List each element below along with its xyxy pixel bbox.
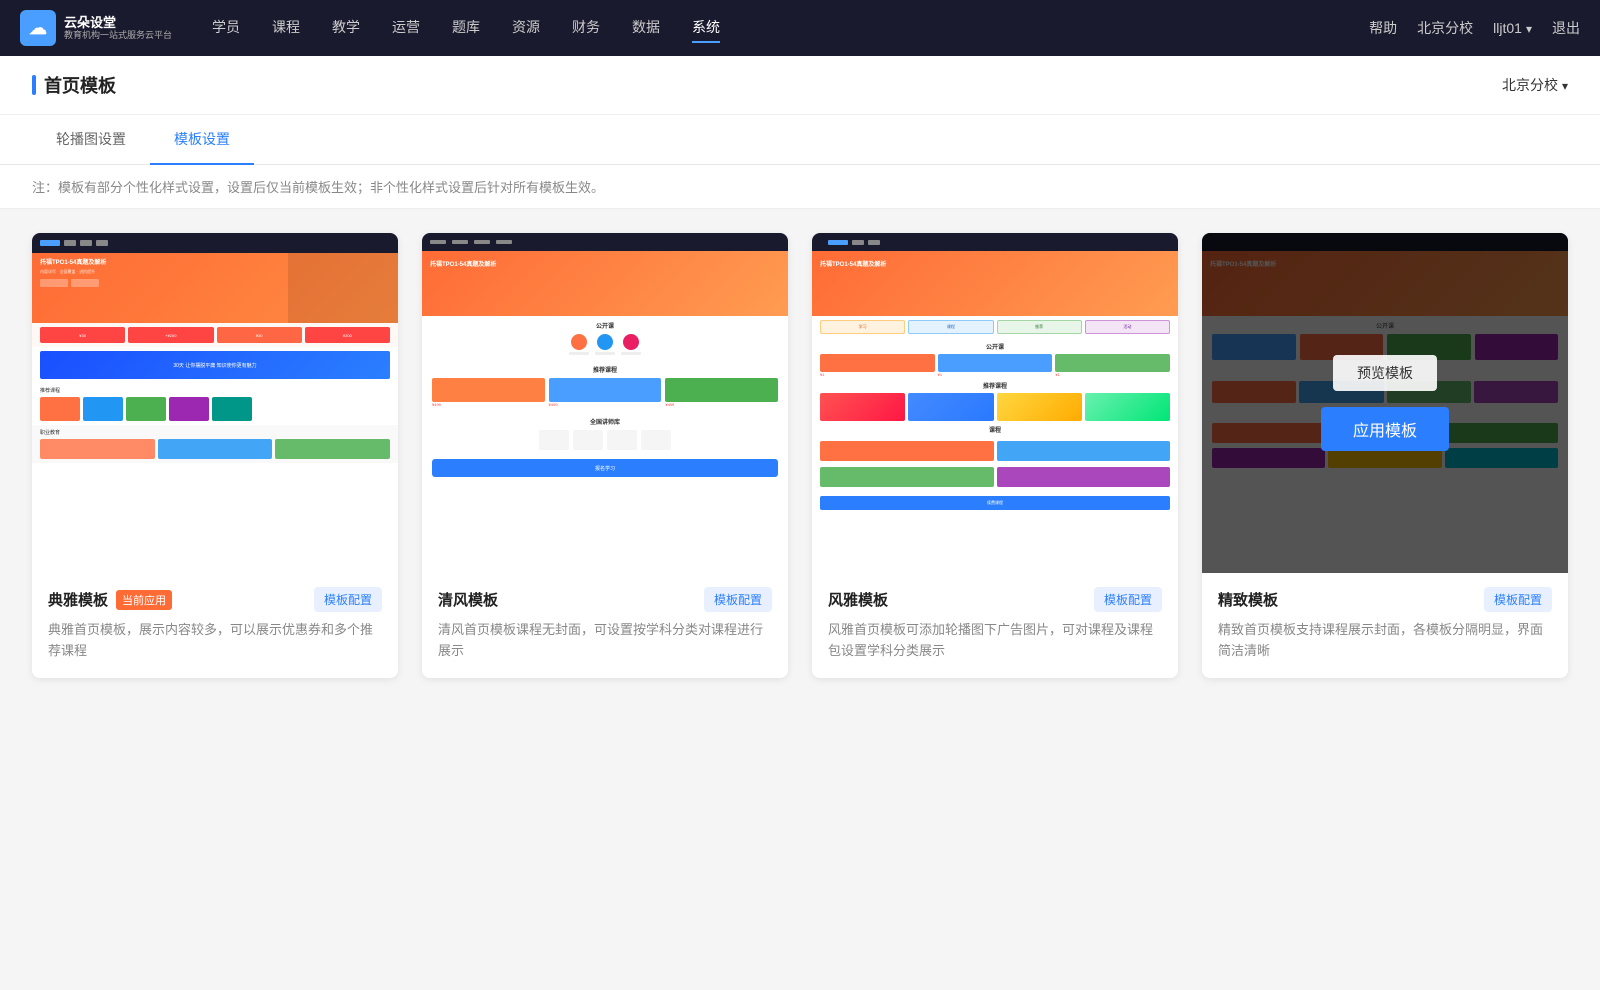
tab-carousel[interactable]: 轮播图设置 — [32, 115, 150, 165]
template-name-3: 风雅模板 — [828, 589, 888, 610]
user-name: lljt01 — [1493, 20, 1522, 36]
nav-data[interactable]: 数据 — [632, 13, 660, 43]
template-desc-2: 清风首页模板课程无封面，可设置按学科分类对课程进行展示 — [438, 620, 772, 662]
nav-items: 学员 课程 教学 运营 题库 资源 财务 数据 系统 — [212, 13, 1369, 43]
preview-button-2[interactable]: 预览模板 — [553, 355, 657, 391]
nav-question-bank[interactable]: 题库 — [452, 13, 480, 43]
template-preview-4: 托福TPO1-54真题及解析 公开课 推荐课程 — [1202, 233, 1568, 573]
apply-button-3[interactable]: 应用模板 — [931, 407, 1059, 451]
branch-link[interactable]: 北京分校 — [1417, 18, 1473, 38]
template-preview-3: 托福TPO1-54真题及解析 学习 课程 推荐 活动 公开课 ¥1 ¥1 ¥1 … — [812, 233, 1178, 573]
template-preview-2: 托福TPO1-54真题及解析 公开课 — [422, 233, 788, 573]
config-button-1[interactable]: 模板配置 — [314, 587, 382, 612]
config-button-2[interactable]: 模板配置 — [704, 587, 772, 612]
template-name-1: 典雅模板 — [48, 589, 108, 610]
logo-icon: ☁ — [20, 10, 56, 46]
nav-students[interactable]: 学员 — [212, 13, 240, 43]
template-info-2: 清风模板 模板配置 清风首页模板课程无封面，可设置按学科分类对课程进行展示 — [422, 573, 788, 678]
nav-finance[interactable]: 财务 — [572, 13, 600, 43]
apply-button-1[interactable]: 应用模板 — [151, 407, 279, 451]
template-card-3: 托福TPO1-54真题及解析 学习 课程 推荐 活动 公开课 ¥1 ¥1 ¥1 … — [812, 233, 1178, 678]
navbar: ☁ 云朵设堂 教育机构一站式服务云平台 学员 课程 教学 运营 题库 资源 财务… — [0, 0, 1600, 56]
preview-button-1[interactable]: 预览模板 — [163, 355, 267, 391]
preview-button-3[interactable]: 预览模板 — [943, 355, 1047, 391]
page-title: 首页模板 — [44, 72, 116, 98]
page-title-wrap: 首页模板 — [32, 72, 116, 98]
template-card-4: 托福TPO1-54真题及解析 公开课 推荐课程 — [1202, 233, 1568, 678]
apply-button-2[interactable]: 应用模板 — [541, 407, 669, 451]
tabs-wrap: 轮播图设置 模板设置 — [0, 115, 1600, 165]
notice-text: 注：模板有部分个性化样式设置，设置后仅当前模板生效；非个性化样式设置后针对所有模… — [32, 180, 604, 195]
branch-selector-text: 北京分校 — [1502, 75, 1558, 95]
nav-resources[interactable]: 资源 — [512, 13, 540, 43]
nav-courses[interactable]: 课程 — [272, 13, 300, 43]
page-header: 首页模板 北京分校 — [0, 56, 1600, 115]
badge-current-1: 当前应用 — [116, 590, 172, 610]
apply-button-4[interactable]: 应用模板 — [1321, 407, 1449, 451]
title-bar-accent — [32, 75, 36, 95]
branch-chevron-icon — [1562, 77, 1568, 93]
template-card-1: 托福TPO1-54真题及解析 内容详尽 · 全面覆盖 · 进阶提升 ¥30 +¥… — [32, 233, 398, 678]
preview-overlay-4: 预览模板 应用模板 — [1202, 233, 1568, 573]
logout-link[interactable]: 退出 — [1552, 18, 1580, 38]
template-info-1: 典雅模板 当前应用 模板配置 典雅首页模板，展示内容较多，可以展示优惠券和多个推… — [32, 573, 398, 678]
help-link[interactable]: 帮助 — [1369, 18, 1397, 38]
template-desc-4: 精致首页模板支持课程展示封面，各模板分隔明显，界面简洁清晰 — [1218, 620, 1552, 662]
chevron-down-icon — [1526, 20, 1532, 36]
template-desc-1: 典雅首页模板，展示内容较多，可以展示优惠券和多个推荐课程 — [48, 620, 382, 662]
template-info-4: 精致模板 模板配置 精致首页模板支持课程展示封面，各模板分隔明显，界面简洁清晰 — [1202, 573, 1568, 678]
notice-bar: 注：模板有部分个性化样式设置，设置后仅当前模板生效；非个性化样式设置后针对所有模… — [0, 165, 1600, 209]
tabs: 轮播图设置 模板设置 — [32, 115, 1568, 164]
branch-selector[interactable]: 北京分校 — [1502, 75, 1568, 95]
nav-teaching[interactable]: 教学 — [332, 13, 360, 43]
content: 托福TPO1-54真题及解析 内容详尽 · 全面覆盖 · 进阶提升 ¥30 +¥… — [0, 209, 1600, 702]
logo-title: 云朵设堂 — [64, 15, 172, 31]
logo[interactable]: ☁ 云朵设堂 教育机构一站式服务云平台 — [20, 10, 172, 46]
template-name-4: 精致模板 — [1218, 589, 1278, 610]
navbar-right: 帮助 北京分校 lljt01 退出 — [1369, 18, 1580, 38]
config-button-4[interactable]: 模板配置 — [1484, 587, 1552, 612]
logo-sub: 教育机构一站式服务云平台 — [64, 30, 172, 41]
nav-system[interactable]: 系统 — [692, 13, 720, 43]
template-preview-1: 托福TPO1-54真题及解析 内容详尽 · 全面覆盖 · 进阶提升 ¥30 +¥… — [32, 233, 398, 573]
template-card-2: 托福TPO1-54真题及解析 公开课 — [422, 233, 788, 678]
template-desc-3: 风雅首页模板可添加轮播图下广告图片，可对课程及课程包设置学科分类展示 — [828, 620, 1162, 662]
template-name-2: 清风模板 — [438, 589, 498, 610]
template-info-3: 风雅模板 模板配置 风雅首页模板可添加轮播图下广告图片，可对课程及课程包设置学科… — [812, 573, 1178, 678]
config-button-3[interactable]: 模板配置 — [1094, 587, 1162, 612]
nav-operations[interactable]: 运营 — [392, 13, 420, 43]
template-grid: 托福TPO1-54真题及解析 内容详尽 · 全面覆盖 · 进阶提升 ¥30 +¥… — [32, 233, 1568, 678]
user-dropdown[interactable]: lljt01 — [1493, 20, 1532, 36]
tab-template[interactable]: 模板设置 — [150, 115, 254, 165]
logo-text: 云朵设堂 教育机构一站式服务云平台 — [64, 15, 172, 41]
preview-button-4[interactable]: 预览模板 — [1333, 355, 1437, 391]
